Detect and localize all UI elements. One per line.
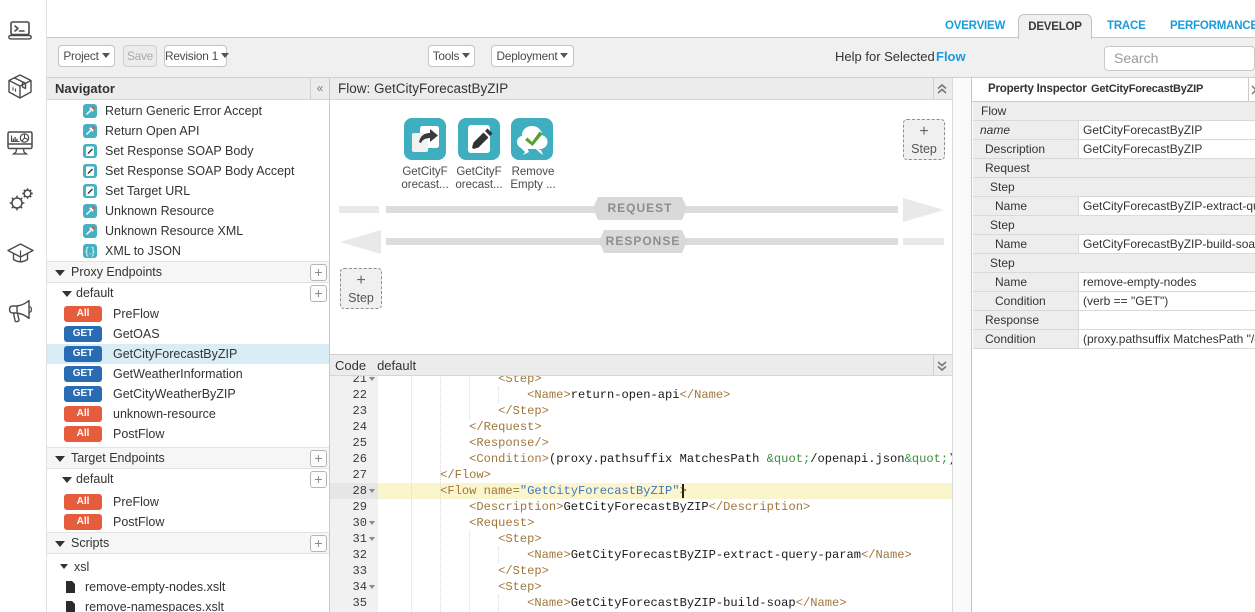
svg-text:{.}: {.} bbox=[85, 247, 95, 258]
